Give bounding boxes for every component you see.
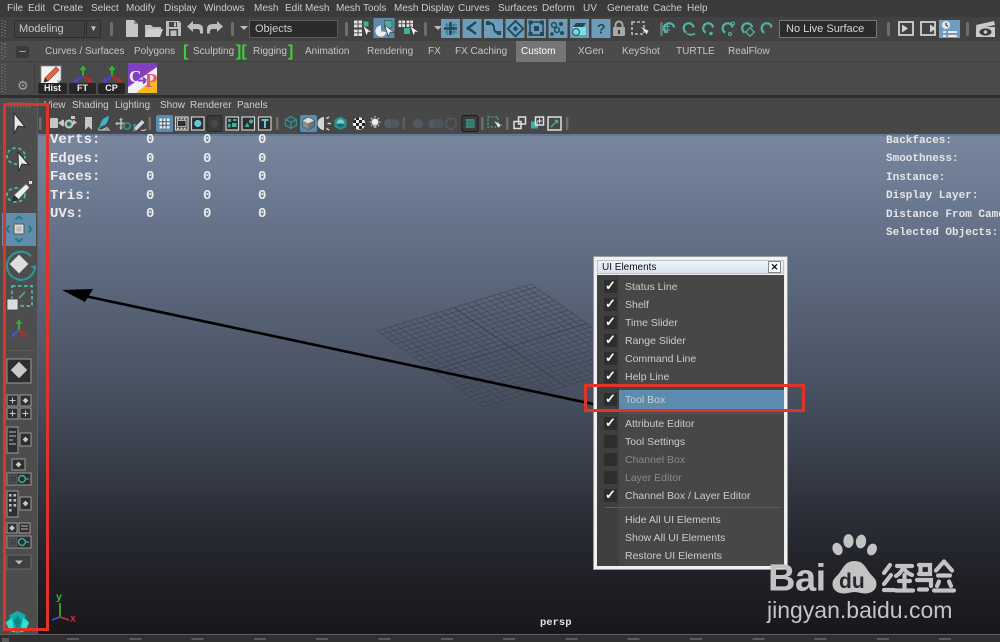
svg-text:?: ? [597,21,606,37]
svg-text:Bai: Bai [768,558,826,600]
svg-text:y: y [56,593,62,604]
svg-text:P: P [145,70,157,92]
svg-text:x: x [70,615,76,626]
svg-text:C: C [129,67,141,86]
svg-text:du: du [839,570,865,593]
